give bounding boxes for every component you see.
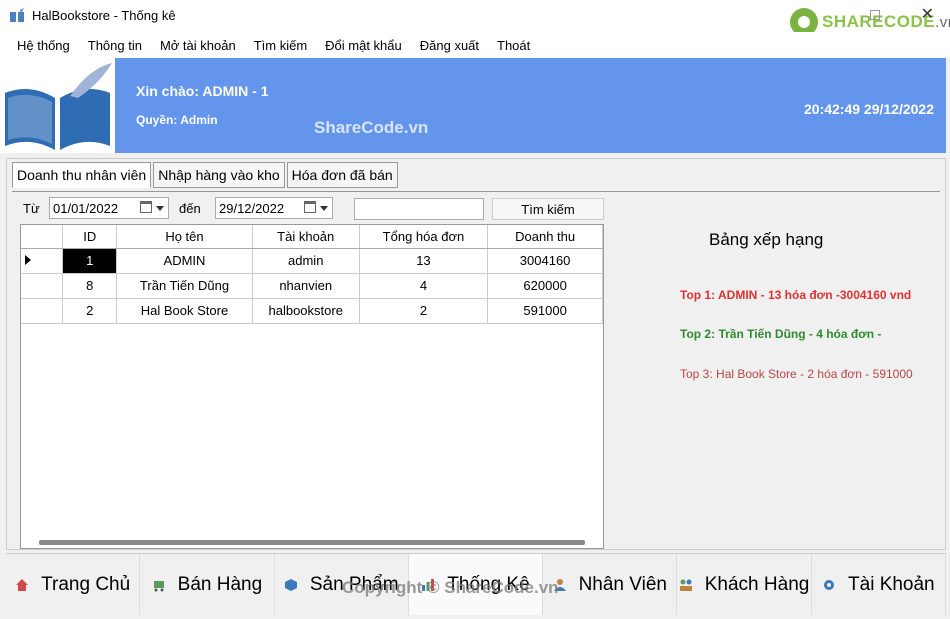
calendar-icon: [140, 201, 152, 213]
maximize-button[interactable]: [870, 10, 880, 20]
cell-id[interactable]: 1: [62, 248, 118, 274]
greeting-text: Xin chào: ADMIN - 1: [136, 83, 269, 99]
menu-mo-tai-khoan[interactable]: Mở tài khoản: [151, 38, 245, 53]
current-row-arrow-icon: [25, 255, 31, 265]
watermark-copyright: Copyright © ShareCode.vn: [342, 578, 559, 597]
search-button[interactable]: Tìm kiếm: [492, 198, 604, 220]
ranking-title: Bảng xếp hạng: [709, 230, 824, 249]
table-row[interactable]: 2 Hal Book Store halbookstore 2 591000: [21, 298, 603, 324]
cell-name[interactable]: Hal Book Store: [116, 298, 253, 324]
to-date-value: 29/12/2022: [219, 200, 285, 216]
datetime-clock: 20:42:49 29/12/2022: [804, 101, 934, 117]
nav-label: Trang Chủ: [41, 573, 131, 595]
revenue-grid[interactable]: ID Họ tên Tài khoản Tổng hóa đơn Doanh t…: [20, 224, 604, 549]
tab-doanh-thu-nhan-vien[interactable]: Doanh thu nhân viên: [12, 162, 152, 188]
menu-thong-tin[interactable]: Thông tin: [79, 38, 151, 53]
nav-label: Tài Khoản: [848, 573, 935, 595]
row-header[interactable]: [21, 298, 64, 324]
watermark-brand-suffix: .vn: [935, 14, 950, 31]
nav-tai-khoan[interactable]: Tài Khoản: [811, 554, 946, 615]
nav-nhan-vien[interactable]: Nhân Viên: [543, 554, 678, 615]
to-date-picker[interactable]: 29/12/2022: [215, 197, 333, 219]
close-button[interactable]: ✕: [921, 4, 934, 24]
cell-name[interactable]: ADMIN: [116, 248, 253, 274]
from-date-picker[interactable]: 01/01/2022: [49, 197, 169, 219]
cell-revenue[interactable]: 591000: [487, 298, 603, 324]
app-book-icon: [10, 8, 24, 22]
cell-account[interactable]: admin: [252, 248, 360, 274]
to-label: đến: [179, 200, 201, 216]
cell-total-invoices[interactable]: 4: [359, 273, 489, 299]
cell-total-invoices[interactable]: 13: [359, 248, 489, 274]
menu-dang-xuat[interactable]: Đăng xuất: [411, 38, 488, 53]
column-header-account[interactable]: Tài khoản: [252, 225, 360, 249]
table-row[interactable]: 1 ADMIN admin 13 3004160: [21, 248, 603, 274]
cart-icon: [153, 580, 164, 591]
cell-total-invoices[interactable]: 2: [359, 298, 489, 324]
ranking-top-2: Top 2: Trần Tiến Dũng - 4 hóa đơn -: [680, 327, 882, 341]
chevron-down-icon[interactable]: [156, 206, 164, 211]
users-icon: [679, 579, 692, 591]
tab-hoa-don-da-ban[interactable]: Hóa đơn đã bán: [286, 162, 398, 188]
box-icon: [284, 578, 297, 591]
cell-revenue[interactable]: 620000: [487, 273, 603, 299]
home-icon: [16, 578, 29, 591]
menu-he-thong[interactable]: Hệ thống: [8, 38, 79, 53]
search-input[interactable]: [354, 198, 484, 220]
gear-icon: [824, 579, 835, 590]
ranking-top-3: Top 3: Hal Book Store - 2 hóa đơn - 5910…: [680, 367, 913, 381]
horizontal-scrollbar[interactable]: [39, 540, 585, 545]
date-filter: Từ 01/01/2022 đến 29/12/2022: [23, 197, 333, 219]
row-header[interactable]: [21, 248, 64, 274]
cell-account[interactable]: halbookstore: [252, 298, 360, 324]
watermark-text: ShareCode.vn: [314, 118, 429, 137]
cell-name[interactable]: Trần Tiến Dũng: [116, 273, 253, 299]
column-header-revenue[interactable]: Doanh thu: [487, 225, 603, 249]
column-header-total-invoices[interactable]: Tổng hóa đơn: [359, 225, 489, 249]
from-date-value: 01/01/2022: [53, 200, 119, 216]
row-header-corner: [21, 225, 64, 249]
revenue-table: ID Họ tên Tài khoản Tổng hóa đơn Doanh t…: [21, 225, 603, 324]
window-title: HalBookstore - Thống kê: [32, 8, 176, 23]
chevron-down-icon[interactable]: [320, 206, 328, 211]
cell-revenue[interactable]: 3004160: [487, 248, 603, 274]
cell-account[interactable]: nhanvien: [252, 273, 360, 299]
nav-khach-hang[interactable]: Khách Hàng: [677, 554, 812, 615]
tab-strip: Doanh thu nhân viên Nhập hàng vào kho Hó…: [12, 162, 398, 188]
nav-label: Nhân Viên: [578, 573, 667, 595]
menu-thoat[interactable]: Thoát: [488, 38, 539, 53]
cell-id[interactable]: 8: [62, 273, 118, 299]
table-row[interactable]: 8 Trần Tiến Dũng nhanvien 4 620000: [21, 273, 603, 299]
from-label: Từ: [23, 200, 40, 216]
header-banner: Xin chào: ADMIN - 1 Quyền: Admin ShareCo…: [0, 58, 946, 153]
column-header-id[interactable]: ID: [62, 225, 118, 249]
menu-bar: Hệ thống Thông tin Mở tài khoản Tìm kiếm…: [0, 32, 950, 58]
cell-id[interactable]: 2: [62, 298, 118, 324]
role-text: Quyền: Admin: [136, 113, 218, 127]
ranking-top-1: Top 1: ADMIN - 13 hóa đơn -3004160 vnd: [680, 288, 912, 302]
tab-nhap-hang-vao-kho[interactable]: Nhập hàng vào kho: [153, 162, 285, 188]
nav-label: Khách Hàng: [704, 573, 810, 595]
nav-label: Bán Hàng: [177, 573, 263, 595]
tab-divider: [12, 191, 940, 192]
bookstore-logo: [0, 58, 115, 153]
nav-ban-hang[interactable]: Bán Hàng: [140, 554, 275, 615]
row-header[interactable]: [21, 273, 64, 299]
nav-trang-chu[interactable]: Trang Chủ: [6, 554, 141, 615]
calendar-icon: [304, 201, 316, 213]
statistics-panel: Doanh thu nhân viên Nhập hàng vào kho Hó…: [6, 158, 946, 550]
column-header-name[interactable]: Họ tên: [116, 225, 253, 249]
title-bar: HalBookstore - Thống kê SHARECODE.vn ✕: [0, 0, 950, 36]
menu-tim-kiem[interactable]: Tìm kiếm: [245, 38, 316, 53]
menu-doi-mat-khau[interactable]: Đổi mật khẩu: [316, 38, 411, 53]
